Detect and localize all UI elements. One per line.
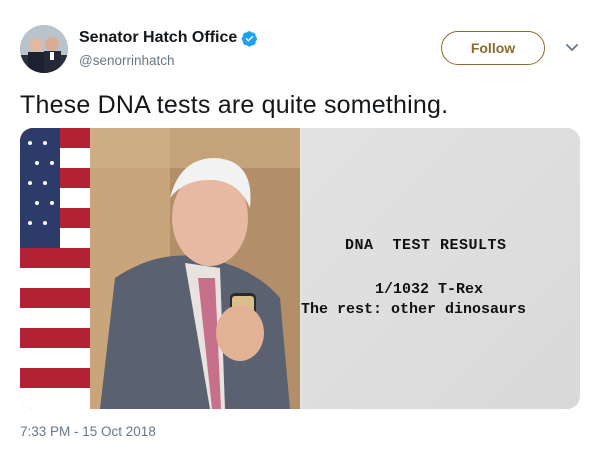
- author-name-row[interactable]: Senator Hatch Office: [79, 28, 258, 48]
- avatar[interactable]: [20, 25, 68, 73]
- dna-result-other: The rest: other dinosaurs: [301, 301, 527, 318]
- dna-results-title: DNA TEST RESULTS: [345, 237, 507, 254]
- media-photo-senator: [20, 128, 300, 409]
- chevron-down-icon[interactable]: [564, 41, 580, 55]
- display-name[interactable]: Senator Hatch Office: [79, 28, 237, 48]
- tweet-media[interactable]: DNA TEST RESULTS 1/1032 T-Rex The rest: …: [20, 128, 580, 409]
- follow-button[interactable]: Follow: [441, 31, 545, 65]
- verified-badge-icon: [241, 30, 258, 47]
- tweet-text: These DNA tests are quite something.: [20, 91, 449, 119]
- dna-result-trex: 1/1032 T-Rex: [375, 281, 484, 298]
- dna-results-panel: DNA TEST RESULTS 1/1032 T-Rex The rest: …: [301, 128, 580, 409]
- account-handle[interactable]: @senorrinhatch: [79, 52, 175, 70]
- avatar-photo-icon: [20, 25, 68, 73]
- tweet-timestamp[interactable]: 7:33 PM - 15 Oct 2018: [20, 424, 156, 439]
